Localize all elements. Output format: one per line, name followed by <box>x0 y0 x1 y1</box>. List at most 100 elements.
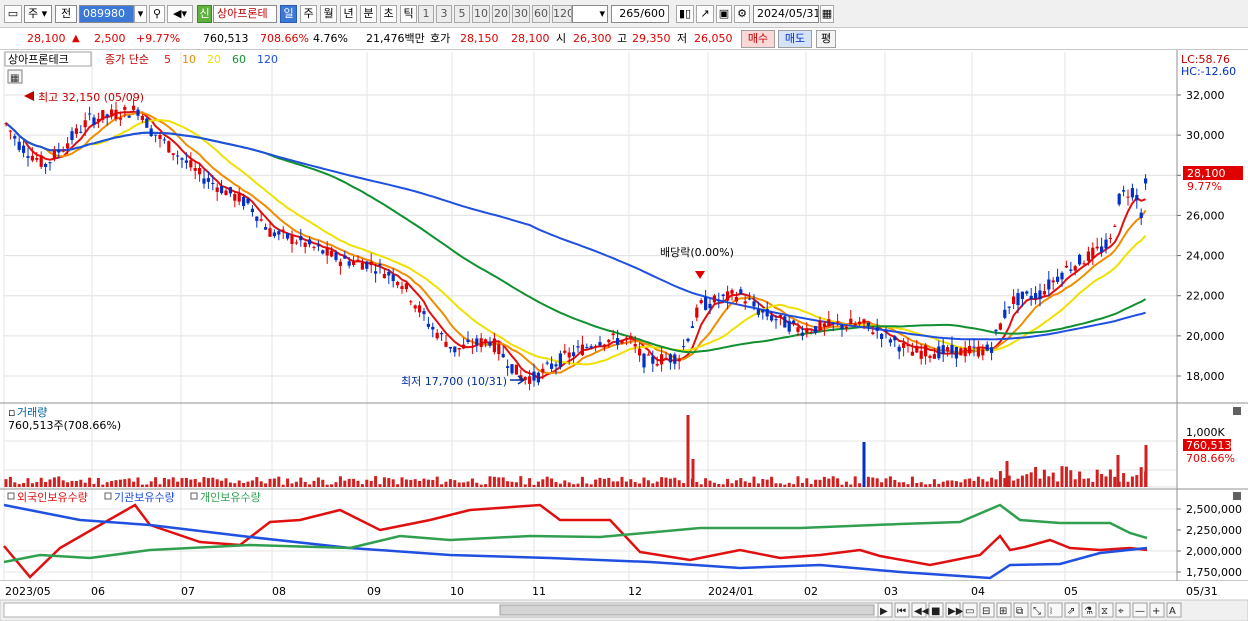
ma-legend-60[interactable]: 60 <box>232 53 246 66</box>
ma-legend-5[interactable]: 5 <box>164 53 171 66</box>
save-icon[interactable]: ▣ <box>716 5 732 23</box>
candle-body <box>646 354 650 356</box>
volume-bar <box>136 477 140 487</box>
candle-body <box>792 320 796 324</box>
candle-body <box>778 314 782 318</box>
candle-body <box>1126 196 1130 198</box>
volume-bar <box>193 478 197 487</box>
volume-bar <box>453 480 457 487</box>
holding-legend-label-2[interactable]: 기관보유수량 <box>114 491 175 504</box>
volume-bar <box>8 476 12 487</box>
interval-button-10[interactable]: 10 <box>472 5 490 23</box>
volume-bar <box>132 481 136 487</box>
candle-type-icon[interactable]: ▮▯ <box>676 5 694 23</box>
volume-bar <box>950 480 954 487</box>
bar-count-input[interactable]: 265/600 <box>611 5 669 23</box>
candle-body <box>290 235 294 244</box>
stock-chart[interactable]: 상아프론테크 종가 단순 5 10 20 60 120 ▦ LC:58.76 HC:-1… <box>0 50 1248 621</box>
volume-bar <box>651 483 655 487</box>
volume-bar <box>550 478 554 487</box>
prev-select[interactable]: 전 <box>55 5 77 23</box>
interval-button-1[interactable]: 1 <box>418 5 434 23</box>
evaluate-button[interactable]: 평 <box>816 30 836 48</box>
period-button-2[interactable]: 주 <box>300 5 317 23</box>
volume-bar <box>721 484 725 487</box>
volume-bar <box>1108 469 1112 487</box>
interval-button-120[interactable]: 120 <box>552 5 572 23</box>
candle-body <box>1144 178 1148 184</box>
candle-body <box>853 323 857 326</box>
period-button-1[interactable]: 일 <box>280 5 297 23</box>
stock-name-field[interactable]: 상아프론테 <box>213 5 277 23</box>
holding-legend-marker <box>7 492 15 500</box>
candle-body <box>453 346 457 353</box>
price-ytick-label: 32,000 <box>1186 89 1225 102</box>
high-label: 고 <box>617 32 628 45</box>
interval-button-30[interactable]: 30 <box>512 5 530 23</box>
volume-bar <box>932 479 936 487</box>
holding-legend-label-3[interactable]: 개인보유수량 <box>200 491 261 504</box>
interval-button-60[interactable]: 60 <box>532 5 550 23</box>
interval-button-3[interactable]: 3 <box>436 5 452 23</box>
buy-button[interactable]: 매수 <box>741 30 775 48</box>
volume-bar <box>563 480 567 487</box>
holding-legend-label-1[interactable]: 외국인보유수량 <box>17 491 88 504</box>
volume-bar <box>4 479 8 487</box>
period-button-7[interactable]: 틱 <box>400 5 417 23</box>
volume-bar <box>739 478 743 487</box>
volume-bar <box>814 479 818 487</box>
candle-body <box>536 372 540 383</box>
volume-bar <box>748 482 752 487</box>
price-ytick-label: 20,000 <box>1186 330 1225 343</box>
speaker-icon[interactable]: ◀▾ <box>167 5 193 23</box>
ma-legend-10[interactable]: 10 <box>182 53 196 66</box>
candle-body <box>202 178 206 184</box>
scrollbar-thumb[interactable] <box>499 604 875 616</box>
search-icon[interactable]: ⚲ <box>149 5 165 23</box>
candle-body <box>308 239 312 245</box>
sell-button[interactable]: 매도 <box>778 30 812 48</box>
candle-body <box>968 345 972 354</box>
candle-body <box>162 139 166 141</box>
volume-bar <box>325 484 329 487</box>
volume-bar <box>655 481 659 487</box>
candle-body <box>809 331 813 333</box>
candle-body <box>611 333 615 336</box>
candle-body <box>998 323 1002 330</box>
volume-bar <box>946 480 950 487</box>
gear-icon[interactable]: ⚙ <box>734 5 750 23</box>
ma-legend-120[interactable]: 120 <box>257 53 278 66</box>
date-input[interactable]: 2024/05/31 <box>753 5 819 23</box>
volume-bar <box>884 478 888 487</box>
volume-bar <box>26 478 30 487</box>
window-menu-icon[interactable]: ▭ <box>4 5 22 23</box>
interval-button-5[interactable]: 5 <box>454 5 470 23</box>
candle-body <box>347 261 351 266</box>
code-dropdown-icon[interactable]: ▾ <box>134 5 147 23</box>
candle-body <box>176 155 180 157</box>
volume-bar <box>22 482 26 487</box>
volume-bar <box>1038 478 1042 487</box>
volume-bar <box>374 476 378 487</box>
candle-body <box>1130 188 1134 198</box>
drawing-tool-icon[interactable]: ↗ <box>696 5 714 23</box>
interval-custom-input[interactable]: ▾ <box>572 5 608 23</box>
volume-bar <box>1113 476 1117 487</box>
period-button-4[interactable]: 년 <box>340 5 357 23</box>
candle-body <box>426 323 430 327</box>
period-button-6[interactable]: 초 <box>380 5 397 23</box>
period-button-3[interactable]: 월 <box>320 5 337 23</box>
volume-panel-close-icon[interactable] <box>1233 407 1241 415</box>
candle-body <box>633 343 637 347</box>
volume-panel-marker: ▫ <box>8 406 15 419</box>
period-select[interactable]: 주 ▾ <box>24 5 52 23</box>
calendar-icon[interactable]: ▦ <box>820 5 834 23</box>
stock-code-input[interactable]: 089980 <box>79 5 134 23</box>
candle-body <box>83 120 87 128</box>
interval-button-20[interactable]: 20 <box>492 5 510 23</box>
period-button-5[interactable]: 분 <box>360 5 377 23</box>
volume-bar <box>770 476 774 487</box>
volume-bar <box>114 480 118 487</box>
ma-legend-20[interactable]: 20 <box>207 53 221 66</box>
holding-panel-close-icon[interactable] <box>1233 492 1241 500</box>
